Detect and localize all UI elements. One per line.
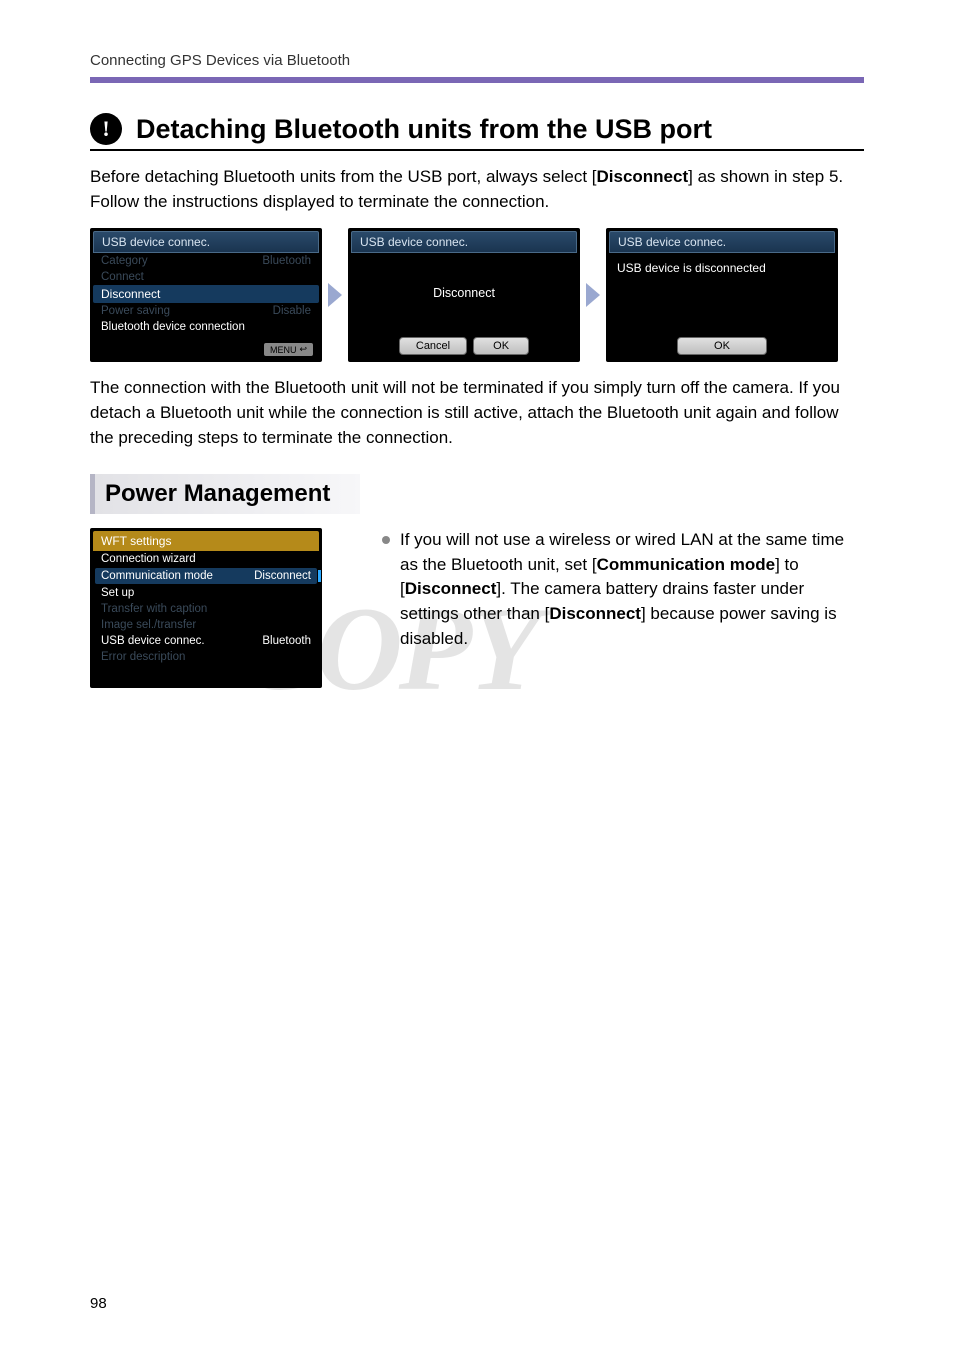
running-head: Connecting GPS Devices via Bluetooth [90, 52, 864, 69]
row-value: Disconnect [254, 570, 311, 582]
screen2-message: Disconnect [351, 253, 577, 333]
power-management-text: If you will not use a wireless or wired … [382, 528, 864, 651]
row-label: Set up [101, 587, 134, 599]
row-label: Transfer with caption [101, 603, 207, 615]
row-value: Bluetooth [262, 255, 311, 267]
screen1-row-powersaving: Power saving Disable [93, 303, 319, 319]
row-label: Power saving [101, 305, 170, 317]
page-number: 98 [90, 1295, 107, 1312]
screen1-row-category: Category Bluetooth [93, 253, 319, 269]
header-rule [90, 77, 864, 83]
row-label: Connect [101, 271, 144, 283]
power-management-section: WFT settings Connection wizard Communica… [90, 528, 864, 688]
power-management-heading: Power Management [90, 474, 360, 514]
intro-paragraph: Before detaching Bluetooth units from th… [90, 165, 864, 214]
screen3-title: USB device connec. [609, 231, 835, 253]
bullet-icon [382, 536, 390, 544]
menu-label: MENU [270, 345, 297, 355]
row-label: Category [101, 255, 148, 267]
row-value: Bluetooth [262, 635, 311, 647]
sub-heading-wrap: Power Management [90, 474, 864, 514]
camera-screen-2: USB device connec. Disconnect Cancel OK [348, 228, 580, 362]
camera-screen-3: USB device connec. USB device is disconn… [606, 228, 838, 362]
screen2-buttons: Cancel OK [351, 333, 577, 359]
wft-row: USB device connec. Bluetooth [93, 633, 319, 649]
wft-row: Image sel./transfer [93, 617, 319, 633]
t: Disconnect [405, 579, 497, 598]
row-value: Disable [273, 305, 311, 317]
ok-button[interactable]: OK [677, 337, 767, 355]
screen1-row-connect: Connect [93, 269, 319, 285]
bullet-paragraph: If you will not use a wireless or wired … [400, 528, 864, 651]
screen1-title: USB device connec. [93, 231, 319, 253]
t: Disconnect [549, 604, 641, 623]
wft-row-communication-mode[interactable]: Communication mode Disconnect [95, 568, 317, 584]
section-title-text: Detaching Bluetooth units from the USB p… [136, 114, 712, 145]
row-label: Disconnect [101, 287, 160, 301]
row-label: USB device connec. [101, 635, 205, 647]
wft-settings-screen: WFT settings Connection wizard Communica… [90, 528, 322, 688]
row-label: Error description [101, 651, 185, 663]
row-label: Communication mode [101, 570, 213, 582]
wft-title: WFT settings [93, 531, 319, 551]
post-screens-paragraph: The connection with the Bluetooth unit w… [90, 376, 864, 450]
screen2-title: USB device connec. [351, 231, 577, 253]
wft-row: Connection wizard [93, 551, 319, 567]
screen3-message: USB device is disconnected [609, 253, 835, 275]
row-label: Bluetooth device connection [101, 321, 245, 333]
intro-pre: Before detaching Bluetooth units from th… [90, 167, 597, 186]
arrow-icon [586, 283, 600, 307]
ok-button[interactable]: OK [473, 337, 529, 355]
row-label: Connection wizard [101, 553, 196, 565]
return-icon: ↩ [299, 344, 307, 355]
screen1-row-disconnect[interactable]: Disconnect [93, 285, 319, 303]
wft-row: Transfer with caption [93, 601, 319, 617]
screen3-buttons: OK [609, 333, 835, 359]
arrow-icon [328, 283, 342, 307]
screen1-row-btconn: Bluetooth device connection [93, 319, 319, 335]
intro-bold: Disconnect [597, 167, 689, 186]
caution-icon [90, 113, 122, 145]
t: Communication mode [597, 555, 776, 574]
screen1-body: Category Bluetooth Connect Disconnect Po… [93, 253, 319, 359]
screenshot-row: USB device connec. Category Bluetooth Co… [90, 228, 864, 362]
row-label: Image sel./transfer [101, 619, 196, 631]
menu-button[interactable]: MENU ↩ [264, 343, 313, 356]
section-title: Detaching Bluetooth units from the USB p… [90, 113, 864, 151]
wft-row: Error description [93, 649, 319, 665]
camera-screen-1: USB device connec. Category Bluetooth Co… [90, 228, 322, 362]
cancel-button[interactable]: Cancel [399, 337, 467, 355]
wft-row: Set up [93, 585, 319, 601]
